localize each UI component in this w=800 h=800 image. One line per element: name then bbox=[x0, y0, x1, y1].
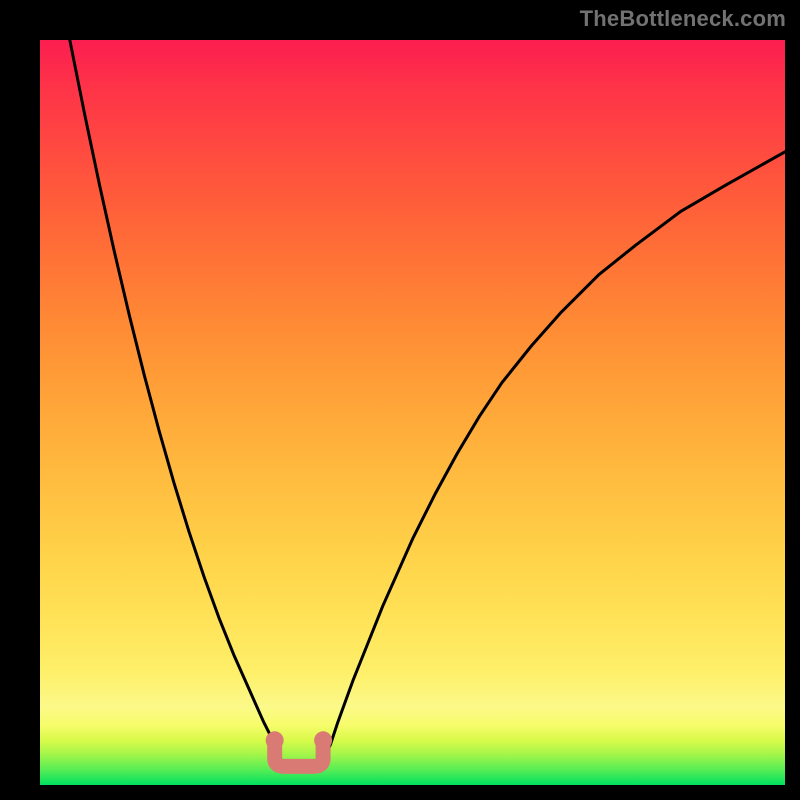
chart-frame: TheBottleneck.com bbox=[0, 0, 800, 800]
curve-layer bbox=[40, 40, 785, 785]
floor-marker bbox=[266, 731, 332, 766]
bottleneck-curve bbox=[70, 40, 785, 763]
watermark-text: TheBottleneck.com bbox=[580, 6, 786, 32]
plot-area bbox=[40, 40, 785, 785]
